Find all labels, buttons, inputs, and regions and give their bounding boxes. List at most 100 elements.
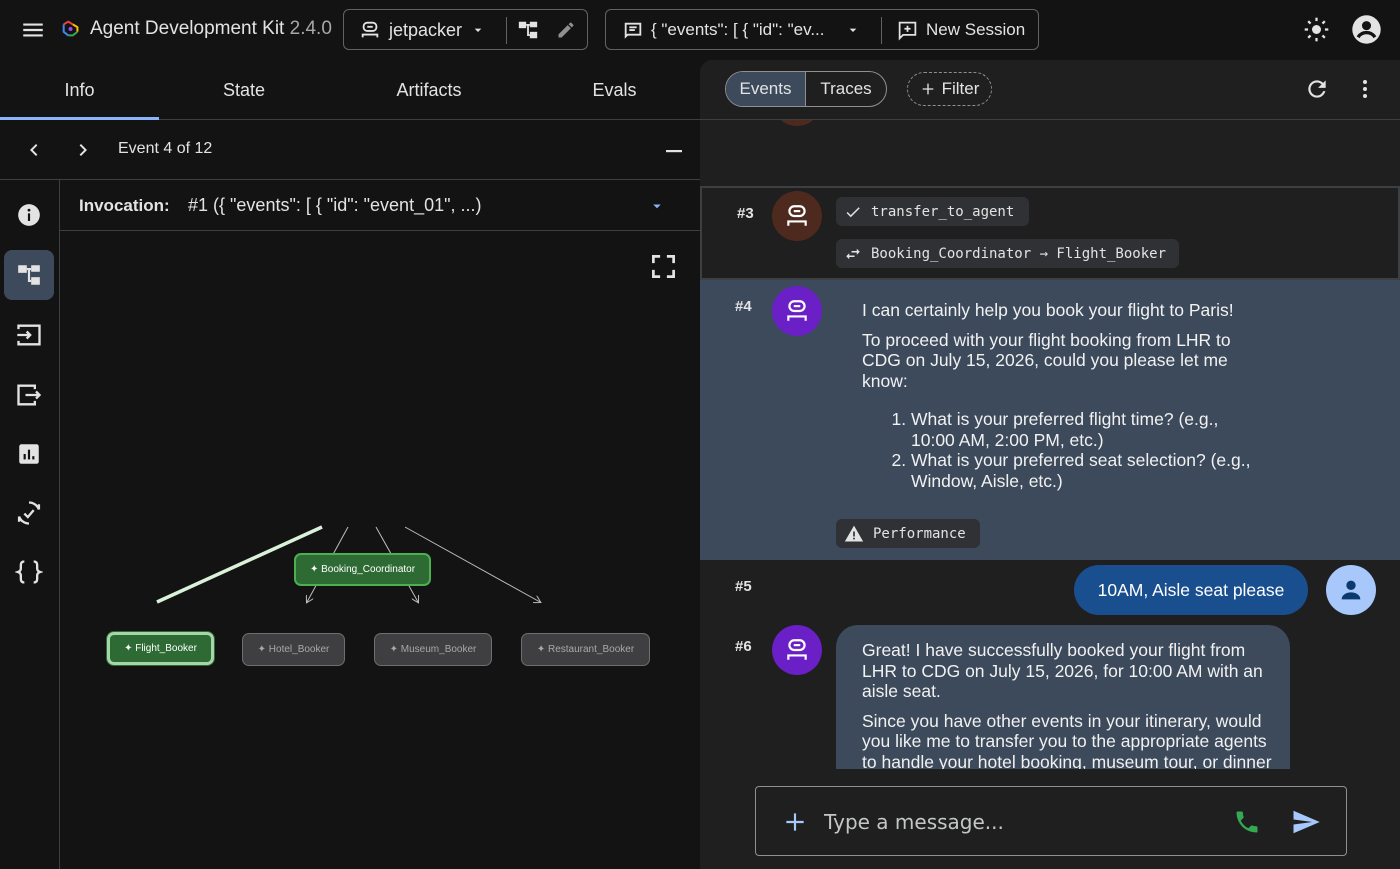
- theme-toggle-icon[interactable]: [1303, 16, 1330, 43]
- divider: [881, 17, 882, 44]
- events-toolbar: Events Traces Filter: [700, 60, 1400, 120]
- agent-icon: [359, 19, 381, 41]
- account-icon[interactable]: [1351, 14, 1382, 45]
- robot-icon: [787, 639, 807, 660]
- more-vert-icon[interactable]: [1353, 77, 1377, 101]
- tab-events[interactable]: Events: [726, 72, 806, 106]
- event-row-4[interactable]: #4 I can certainly help you book your fl…: [700, 280, 1400, 560]
- divider: [506, 17, 507, 44]
- check-icon: [846, 206, 860, 217]
- add-comment-icon[interactable]: [897, 20, 918, 41]
- phone-call-icon[interactable]: [1233, 808, 1261, 836]
- warning-icon: [844, 525, 864, 541]
- event-number: #4: [735, 298, 752, 315]
- refresh-icon[interactable]: [1304, 76, 1330, 102]
- chevron-down-icon[interactable]: [470, 22, 486, 38]
- output-icon[interactable]: [4, 370, 54, 420]
- app-version: 2.4.0: [289, 18, 332, 39]
- adk-logo-icon: [60, 18, 82, 40]
- agent-graph-icon[interactable]: [517, 19, 539, 41]
- tab-evals[interactable]: Evals: [529, 60, 700, 120]
- input-icon[interactable]: [4, 310, 54, 360]
- active-tab-indicator: [0, 117, 159, 120]
- tab-traces[interactable]: Traces: [806, 72, 886, 106]
- agent-message-bubble[interactable]: Great! I have successfully booked your f…: [836, 625, 1290, 769]
- agent-avatar: [772, 191, 822, 241]
- menu-icon[interactable]: [20, 17, 46, 43]
- message-paragraph: Since you have other events in your itin…: [862, 710, 1272, 770]
- graph-edges: [156, 525, 700, 869]
- dropdown-arrow-icon[interactable]: [648, 197, 666, 215]
- agent-name[interactable]: jetpacker: [389, 20, 462, 41]
- event-navigator: Event 4 of 12: [0, 121, 700, 180]
- agent-graph: ✦ Booking_Coordinator ✦ Flight_Booker ✦ …: [60, 231, 700, 869]
- app-name: Agent Development Kit: [90, 18, 285, 39]
- message-paragraph: Great! I have successfully booked your f…: [862, 640, 1263, 701]
- event-number: #5: [735, 578, 752, 595]
- edit-icon[interactable]: [556, 20, 576, 40]
- chevron-left-icon[interactable]: [22, 138, 46, 162]
- agent-avatar: [772, 625, 822, 675]
- tab-state[interactable]: State: [159, 60, 329, 120]
- session-text[interactable]: { "events": [ { "id": "ev...: [651, 20, 825, 40]
- node-museum-booker[interactable]: ✦ Museum_Booker: [374, 633, 492, 666]
- plus-icon: [922, 83, 933, 95]
- invocation-selector[interactable]: Invocation: #1 ({ "events": [ { "id": "e…: [60, 180, 700, 231]
- user-avatar: [1326, 565, 1376, 615]
- json-braces-icon[interactable]: [4, 547, 54, 597]
- person-icon: [1341, 580, 1361, 600]
- tab-info[interactable]: Info: [0, 60, 159, 120]
- side-tabs: Info State Artifacts Evals: [0, 60, 700, 120]
- session-selector: { "events": [ { "id": "ev... New Session: [605, 9, 1039, 50]
- minimize-icon[interactable]: [662, 139, 686, 163]
- agent-message: I can certainly help you book your fligh…: [862, 300, 1262, 491]
- new-session-button[interactable]: New Session: [926, 20, 1025, 40]
- function-call-name: transfer_to_agent: [871, 203, 1015, 220]
- node-hotel-booker[interactable]: ✦ Hotel_Booker: [242, 633, 345, 666]
- robot-icon: [787, 205, 807, 226]
- filter-button[interactable]: Filter: [907, 72, 992, 106]
- robot-icon: [787, 300, 807, 321]
- event-number: #3: [737, 205, 754, 222]
- event-number: #6: [735, 638, 752, 655]
- send-icon[interactable]: [1291, 807, 1321, 837]
- message-input[interactable]: [824, 807, 1224, 837]
- agent-avatar: [772, 286, 822, 336]
- app-title: Agent Development Kit 2.4.0: [90, 18, 332, 40]
- left-panel: Info State Artifacts Evals Event 4 of 12: [0, 60, 700, 869]
- list-item: What is your preferred seat selection? (…: [911, 450, 1262, 491]
- tab-artifacts[interactable]: Artifacts: [329, 60, 529, 120]
- node-restaurant-booker[interactable]: ✦ Restaurant_Booker: [521, 633, 650, 666]
- filter-label: Filter: [941, 79, 980, 98]
- eval-sync-icon[interactable]: [4, 488, 54, 538]
- view-toggle: Events Traces: [725, 71, 887, 107]
- invocation-label: Invocation:: [79, 196, 170, 215]
- chevron-right-icon[interactable]: [71, 138, 95, 162]
- message-list: What is your preferred flight time? (e.g…: [862, 409, 1262, 491]
- add-attachment-icon[interactable]: [782, 809, 808, 835]
- performance-label: Performance: [873, 525, 966, 542]
- swap-icon: [846, 248, 860, 259]
- transfer-chip[interactable]: Booking_Coordinator → Flight_Booker: [836, 239, 1179, 268]
- chevron-down-icon[interactable]: [845, 22, 861, 38]
- event-row-3[interactable]: #3 transfer_to_agent Booking_Coordinator…: [700, 186, 1400, 280]
- invocation-value[interactable]: #1 ({ "events": [ { "id": "event_01", ..…: [188, 195, 482, 216]
- analytics-icon[interactable]: [4, 429, 54, 479]
- chat-icon: [622, 20, 644, 42]
- top-app-bar: Agent Development Kit 2.4.0 jetpacker { …: [0, 0, 1400, 60]
- user-message[interactable]: 10AM, Aisle seat please: [1074, 565, 1308, 615]
- agent-message: Great! I have successfully booked your f…: [862, 640, 1272, 769]
- message-composer: [755, 786, 1347, 856]
- transfer-text: Booking_Coordinator → Flight_Booker: [871, 245, 1167, 262]
- node-flight-booker[interactable]: ✦ Flight_Booker: [107, 632, 214, 665]
- function-call-chip[interactable]: transfer_to_agent: [836, 197, 1029, 226]
- message-paragraph: To proceed with your flight booking from…: [862, 329, 1231, 391]
- node-booking-coordinator[interactable]: ✦ Booking_Coordinator: [294, 553, 431, 586]
- message-paragraph: I can certainly help you book your fligh…: [862, 300, 1234, 320]
- graph-icon[interactable]: [4, 250, 54, 300]
- events-panel: Events Traces Filter #3 transfer_to_agen…: [700, 60, 1400, 869]
- performance-chip[interactable]: Performance: [836, 519, 980, 548]
- list-item: What is your preferred flight time? (e.g…: [911, 409, 1262, 450]
- agent-selector: jetpacker: [343, 9, 588, 50]
- info-icon[interactable]: [4, 190, 54, 240]
